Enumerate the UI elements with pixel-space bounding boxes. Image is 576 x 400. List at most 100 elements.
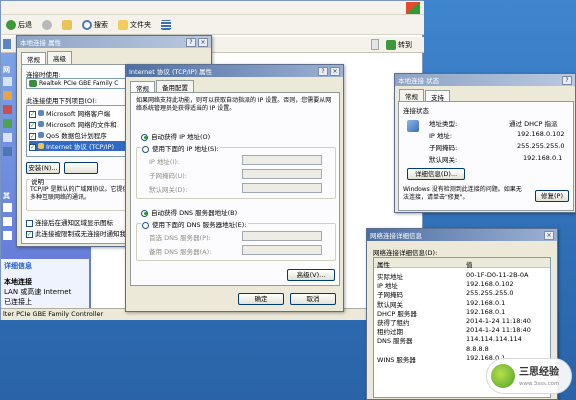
title-bar: 本地连接 状态 ? xyxy=(395,74,575,86)
manual-dns-label: 使用下面的 DNS 服务器地址(E): xyxy=(152,221,247,229)
alternate-dns-field[interactable] xyxy=(242,245,322,255)
forward-button[interactable] xyxy=(39,18,55,32)
close-button[interactable]: × xyxy=(544,230,554,240)
brand-logo-icon xyxy=(491,364,515,388)
search-button[interactable]: 搜索 xyxy=(79,18,111,32)
details-button[interactable]: 详细信息(D)... xyxy=(407,168,465,180)
task-icon[interactable] xyxy=(3,147,12,156)
help-button[interactable]: ? xyxy=(318,66,328,76)
close-button[interactable]: × xyxy=(198,37,208,47)
table-row-value: 255.255.255.0 xyxy=(466,289,514,298)
client-icon xyxy=(38,110,44,116)
details-conn-state: 已连接上 xyxy=(4,298,32,306)
protocol-icon xyxy=(38,143,44,149)
table-row-value: 2014-1-24 11:18:40 xyxy=(466,317,531,325)
windows-logo-icon xyxy=(406,2,420,14)
group-title: 连接状态 xyxy=(403,107,429,115)
ip-label: IP 地址(I): xyxy=(149,158,180,166)
auto-ip-option[interactable]: 自动获得 IP 地址(O) xyxy=(141,131,210,141)
lan-status-window: 本地连接 状态 ? 常规 支持 连接状态 地址类型: 通过 DHCP 指派 IP… xyxy=(394,73,576,213)
manual-ip-option[interactable]: 使用下面的 IP 地址(S): xyxy=(141,143,220,153)
gateway-value: 192.168.0.1 xyxy=(523,154,563,162)
item-label: Microsoft 网络客户端 xyxy=(46,110,111,118)
table-row-value: 114.114.114.114 xyxy=(466,335,522,344)
back-button[interactable]: 后退 xyxy=(3,18,35,32)
search-label: 搜索 xyxy=(94,20,108,29)
manual-ip-label: 使用下面的 IP 地址(S): xyxy=(152,145,219,153)
task-icon[interactable] xyxy=(3,231,12,240)
table-row-value: 192.168.0.1 xyxy=(466,307,506,316)
manual-dns-radio[interactable] xyxy=(142,221,149,229)
window-title: 网络连接详细信息 xyxy=(370,232,422,240)
help-button[interactable]: ? xyxy=(562,75,572,85)
views-button[interactable] xyxy=(158,18,174,32)
auto-dns-option[interactable]: 自动获得 DNS 服务器地址(B) xyxy=(141,207,237,217)
manual-dns-option[interactable]: 使用下面的 DNS 服务器地址(E): xyxy=(141,219,248,229)
subnet-mask-value: 255.255.255.0 xyxy=(517,142,565,150)
show-icon-option[interactable]: 连接后在通知区域显示图标 xyxy=(26,217,113,227)
task-icon[interactable] xyxy=(3,91,12,100)
service-icon xyxy=(38,132,44,138)
show-icon-checkbox[interactable] xyxy=(26,219,33,227)
help-button[interactable]: ? xyxy=(186,37,196,47)
uninstall-button[interactable] xyxy=(64,162,98,174)
address-type-label: 地址类型: xyxy=(429,120,458,128)
item-checkbox[interactable]: ✓ xyxy=(29,121,36,129)
up-button[interactable] xyxy=(59,18,75,32)
ip-address-label: IP 地址: xyxy=(429,132,453,140)
table-row-value: 2014-1-24 11:18:40 xyxy=(466,326,531,335)
repair-button[interactable]: 修复(P) xyxy=(535,190,569,202)
gateway-field[interactable] xyxy=(242,183,322,193)
table-row-value: 8.8.8.8 xyxy=(466,344,489,353)
folders-button[interactable]: 文件夹 xyxy=(115,18,154,32)
table-row-value: 00-1F-D0-11-2B-0A xyxy=(466,271,529,279)
preferred-dns-field[interactable] xyxy=(242,231,322,241)
auto-ip-radio[interactable] xyxy=(141,133,148,141)
column-header-value[interactable]: 值 xyxy=(466,259,473,269)
task-icon[interactable] xyxy=(3,105,12,114)
go-button[interactable]: 转到 xyxy=(383,38,415,52)
footer-text: Windows 没有检测到此连接的问题。如果无法连接，请单击"修复"。 xyxy=(403,186,522,201)
ip-address-field[interactable] xyxy=(242,155,322,165)
task-icon[interactable] xyxy=(3,119,12,128)
column-header-property[interactable]: 属性 xyxy=(377,259,390,269)
task-icon[interactable] xyxy=(3,133,12,142)
dialog-title: 本地连接 属性 xyxy=(20,39,62,47)
task-icon[interactable] xyxy=(3,203,12,212)
service-icon xyxy=(38,121,44,127)
table-header: 属性 值 xyxy=(374,258,550,269)
tab-advanced[interactable]: 高级 xyxy=(47,51,72,64)
table-row-property: WINS 服务器 xyxy=(377,355,416,364)
task-pane-letter: 其 xyxy=(3,192,10,200)
go-arrow-icon xyxy=(386,40,396,50)
tab-strip: 常规 支持 xyxy=(395,86,575,103)
item-checkbox[interactable]: ✓ xyxy=(29,132,36,140)
show-icon-label: 连接后在通知区域显示图标 xyxy=(35,219,113,227)
title-bar: 本地连接 属性 ? × xyxy=(17,36,211,48)
install-button[interactable]: 安装(N)... xyxy=(26,162,60,174)
task-icon[interactable] xyxy=(3,217,12,226)
watermark-text: 三思经验 xyxy=(519,367,559,378)
notify-option[interactable]: ✓ 此连接被限制或无连接时通知我 xyxy=(26,228,126,238)
details-panel: 详细信息 本地连接 LAN 或高速 Internet 已连接上 xyxy=(1,259,89,309)
address-dropdown[interactable] xyxy=(371,39,379,50)
auto-ip-label: 自动获得 IP 地址(O) xyxy=(151,133,211,141)
cancel-button[interactable]: 取消 xyxy=(290,293,336,305)
manual-ip-radio[interactable] xyxy=(142,145,149,153)
advanced-button[interactable]: 高级(V)... xyxy=(287,269,335,281)
folder-up-icon xyxy=(62,19,72,30)
item-label: Internet 协议 (TCP/IP) xyxy=(46,143,115,151)
item-checkbox[interactable]: ✓ xyxy=(29,110,36,118)
details-subtitle: 网络连接详细信息(D): xyxy=(373,249,438,257)
details-heading[interactable]: 详细信息 xyxy=(4,261,32,271)
item-checkbox[interactable]: ✓ xyxy=(29,143,36,151)
close-button[interactable]: × xyxy=(330,66,340,76)
ok-button[interactable]: 确定 xyxy=(238,293,284,305)
auto-dns-radio[interactable] xyxy=(141,209,148,217)
search-icon xyxy=(82,19,92,30)
intro-text: 如果网络支持此功能，则可以获取自动指派的 IP 设置。否则，您需要从网络系统管理… xyxy=(136,97,332,112)
subnet-mask-field[interactable] xyxy=(242,169,322,179)
task-icon[interactable] xyxy=(3,77,12,86)
notify-checkbox[interactable]: ✓ xyxy=(26,230,33,238)
tcpip-properties-dialog: Internet 协议 (TCP/IP) 属性 ? × 常规 备用配置 如果网络… xyxy=(125,64,344,312)
